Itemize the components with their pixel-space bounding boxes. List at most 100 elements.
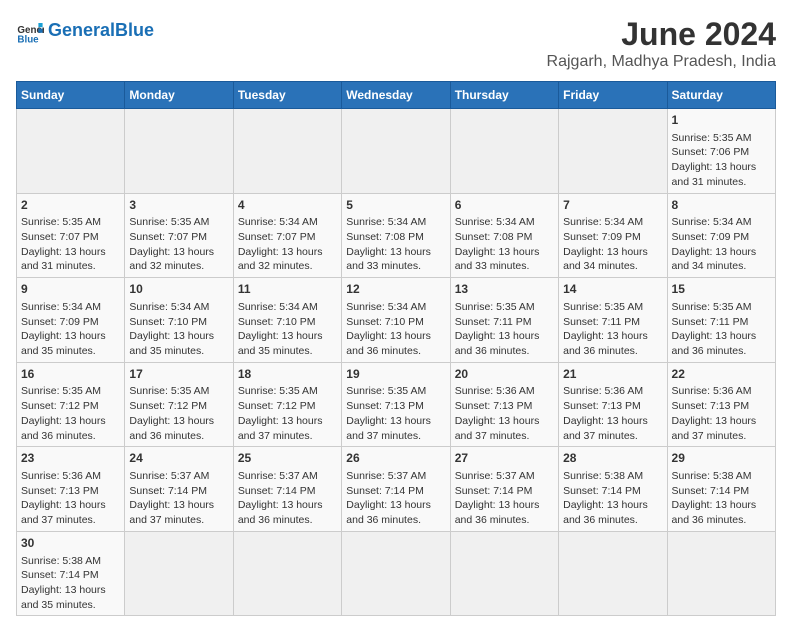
day-info: Sunrise: 5:34 AM Sunset: 7:09 PM Dayligh… (563, 215, 662, 274)
calendar-title: June 2024 (547, 16, 776, 53)
calendar-week-row: 23Sunrise: 5:36 AM Sunset: 7:13 PM Dayli… (17, 447, 776, 532)
day-number: 11 (238, 281, 337, 298)
calendar-cell (233, 531, 341, 616)
day-info: Sunrise: 5:36 AM Sunset: 7:13 PM Dayligh… (672, 384, 771, 443)
day-info: Sunrise: 5:35 AM Sunset: 7:12 PM Dayligh… (238, 384, 337, 443)
day-info: Sunrise: 5:35 AM Sunset: 7:13 PM Dayligh… (346, 384, 445, 443)
day-number: 6 (455, 197, 554, 214)
day-number: 28 (563, 450, 662, 467)
calendar-cell: 24 Sunrise: 5:37 AM Sunset: 7:14 PM Dayli… (125, 447, 233, 532)
svg-text:Blue: Blue (17, 35, 39, 44)
calendar-week-row: 30 Sunrise: 5:38 AM Sunset: 7:14 PM Dayli… (17, 531, 776, 616)
day-number: 27 (455, 450, 554, 467)
day-info: Sunrise: 5:34 AM Sunset: 7:08 PM Dayligh… (346, 215, 445, 274)
calendar-cell (125, 531, 233, 616)
calendar-cell: 6Sunrise: 5:34 AM Sunset: 7:08 PM Daylig… (450, 193, 558, 278)
day-number: 21 (563, 366, 662, 383)
day-info: Sunrise: 5:35 AM Sunset: 7:11 PM Dayligh… (563, 300, 662, 359)
calendar-week-row: 2Sunrise: 5:35 AM Sunset: 7:07 PM Daylig… (17, 193, 776, 278)
day-info: Sunrise: 5:34 AM Sunset: 7:09 PM Dayligh… (672, 215, 771, 274)
calendar-cell: 8Sunrise: 5:34 AM Sunset: 7:09 PM Daylig… (667, 193, 775, 278)
day-info: Sunrise: 5:38 AM Sunset: 7:14 PM Dayligh… (563, 469, 662, 528)
day-number: 24 (129, 450, 228, 467)
calendar-cell (342, 531, 450, 616)
calendar-cell: 11 Sunrise: 5:34 AM Sunset: 7:10 PM Dayli… (233, 278, 341, 363)
weekday-header-friday: Friday (559, 82, 667, 109)
weekday-header-tuesday: Tuesday (233, 82, 341, 109)
calendar-cell (667, 531, 775, 616)
calendar-cell: 14 Sunrise: 5:35 AM Sunset: 7:11 PM Dayli… (559, 278, 667, 363)
calendar-cell (125, 109, 233, 194)
calendar-cell (17, 109, 125, 194)
header: General Blue GeneralBlue June 2024 Rajga… (16, 16, 776, 71)
day-info: Sunrise: 5:35 AM Sunset: 7:06 PM Dayligh… (672, 131, 771, 190)
calendar-cell: 22Sunrise: 5:36 AM Sunset: 7:13 PM Dayli… (667, 362, 775, 447)
calendar-week-row: 1 Sunrise: 5:35 AM Sunset: 7:06 PM Daylig… (17, 109, 776, 194)
day-info: Sunrise: 5:34 AM Sunset: 7:07 PM Dayligh… (238, 215, 337, 274)
day-number: 7 (563, 197, 662, 214)
calendar-cell: 16Sunrise: 5:35 AM Sunset: 7:12 PM Dayli… (17, 362, 125, 447)
day-number: 16 (21, 366, 120, 383)
day-info: Sunrise: 5:38 AM Sunset: 7:14 PM Dayligh… (672, 469, 771, 528)
calendar-cell: 10 Sunrise: 5:34 AM Sunset: 7:10 PM Dayli… (125, 278, 233, 363)
day-info: Sunrise: 5:35 AM Sunset: 7:11 PM Dayligh… (672, 300, 771, 359)
calendar-cell (559, 109, 667, 194)
day-number: 25 (238, 450, 337, 467)
day-number: 5 (346, 197, 445, 214)
logo-wordmark: GeneralBlue (48, 21, 154, 39)
calendar-cell: 7Sunrise: 5:34 AM Sunset: 7:09 PM Daylig… (559, 193, 667, 278)
calendar-cell (233, 109, 341, 194)
calendar-cell: 30 Sunrise: 5:38 AM Sunset: 7:14 PM Dayli… (17, 531, 125, 616)
day-number: 18 (238, 366, 337, 383)
calendar-cell: 19Sunrise: 5:35 AM Sunset: 7:13 PM Dayli… (342, 362, 450, 447)
day-info: Sunrise: 5:35 AM Sunset: 7:07 PM Dayligh… (129, 215, 228, 274)
day-number: 1 (672, 112, 771, 129)
calendar-cell: 3Sunrise: 5:35 AM Sunset: 7:07 PM Daylig… (125, 193, 233, 278)
day-info: Sunrise: 5:37 AM Sunset: 7:14 PM Dayligh… (129, 469, 228, 528)
day-info: Sunrise: 5:34 AM Sunset: 7:08 PM Dayligh… (455, 215, 554, 274)
logo-icon: General Blue (16, 16, 44, 44)
weekday-header-saturday: Saturday (667, 82, 775, 109)
day-number: 10 (129, 281, 228, 298)
calendar-cell: 28 Sunrise: 5:38 AM Sunset: 7:14 PM Dayli… (559, 447, 667, 532)
day-info: Sunrise: 5:35 AM Sunset: 7:07 PM Dayligh… (21, 215, 120, 274)
weekday-header-thursday: Thursday (450, 82, 558, 109)
day-number: 30 (21, 535, 120, 552)
calendar-cell: 29 Sunrise: 5:38 AM Sunset: 7:14 PM Dayli… (667, 447, 775, 532)
day-number: 19 (346, 366, 445, 383)
calendar-cell: 12Sunrise: 5:34 AM Sunset: 7:10 PM Dayli… (342, 278, 450, 363)
day-number: 13 (455, 281, 554, 298)
day-number: 22 (672, 366, 771, 383)
day-number: 3 (129, 197, 228, 214)
calendar-table: SundayMondayTuesdayWednesdayThursdayFrid… (16, 81, 776, 616)
day-number: 29 (672, 450, 771, 467)
calendar-cell: 15 Sunrise: 5:35 AM Sunset: 7:11 PM Dayli… (667, 278, 775, 363)
day-info: Sunrise: 5:36 AM Sunset: 7:13 PM Dayligh… (21, 469, 120, 528)
day-number: 15 (672, 281, 771, 298)
day-info: Sunrise: 5:36 AM Sunset: 7:13 PM Dayligh… (563, 384, 662, 443)
calendar-cell: 21Sunrise: 5:36 AM Sunset: 7:13 PM Dayli… (559, 362, 667, 447)
day-info: Sunrise: 5:37 AM Sunset: 7:14 PM Dayligh… (238, 469, 337, 528)
calendar-cell: 5Sunrise: 5:34 AM Sunset: 7:08 PM Daylig… (342, 193, 450, 278)
calendar-cell: 4Sunrise: 5:34 AM Sunset: 7:07 PM Daylig… (233, 193, 341, 278)
day-number: 26 (346, 450, 445, 467)
calendar-cell: 1 Sunrise: 5:35 AM Sunset: 7:06 PM Daylig… (667, 109, 775, 194)
day-info: Sunrise: 5:34 AM Sunset: 7:10 PM Dayligh… (238, 300, 337, 359)
day-info: Sunrise: 5:34 AM Sunset: 7:09 PM Dayligh… (21, 300, 120, 359)
calendar-cell: 13Sunrise: 5:35 AM Sunset: 7:11 PM Dayli… (450, 278, 558, 363)
day-number: 20 (455, 366, 554, 383)
calendar-cell: 18Sunrise: 5:35 AM Sunset: 7:12 PM Dayli… (233, 362, 341, 447)
calendar-cell (559, 531, 667, 616)
day-info: Sunrise: 5:34 AM Sunset: 7:10 PM Dayligh… (129, 300, 228, 359)
calendar-cell (342, 109, 450, 194)
day-number: 14 (563, 281, 662, 298)
day-number: 17 (129, 366, 228, 383)
calendar-cell: 27Sunrise: 5:37 AM Sunset: 7:14 PM Dayli… (450, 447, 558, 532)
calendar-week-row: 16 Sunrise: 5:35 AM Sunset: 7:12 PM Dayli… (17, 362, 776, 447)
day-number: 8 (672, 197, 771, 214)
calendar-header: SundayMondayTuesdayWednesdayThursdayFrid… (17, 82, 776, 109)
calendar-cell: 2Sunrise: 5:35 AM Sunset: 7:07 PM Daylig… (17, 193, 125, 278)
calendar-week-row: 9Sunrise: 5:34 AM Sunset: 7:09 PM Daylig… (17, 278, 776, 363)
day-info: Sunrise: 5:38 AM Sunset: 7:14 PM Dayligh… (21, 554, 120, 613)
day-info: Sunrise: 5:37 AM Sunset: 7:14 PM Dayligh… (346, 469, 445, 528)
